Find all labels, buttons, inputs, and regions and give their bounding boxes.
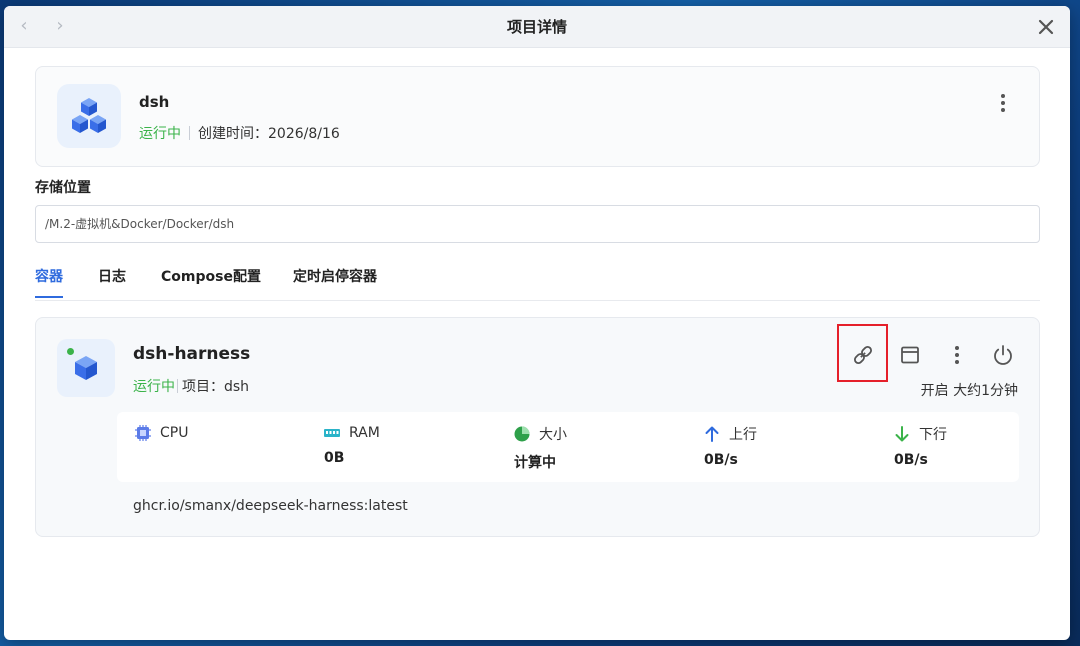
- project-more-icon[interactable]: [993, 91, 1013, 115]
- tab-scheduled-start-stop[interactable]: 定时启停容器: [293, 266, 377, 296]
- project-card: dsh 运行中 创建时间：2026/8/16: [35, 66, 1040, 167]
- stat-upload-value: 0B/s: [704, 452, 738, 468]
- title-bar: ‹ › 项目详情: [4, 6, 1070, 48]
- container-cube-icon: [57, 339, 115, 397]
- stat-ram: RAM 0B: [323, 424, 380, 466]
- project-created-time: 创建时间：2026/8/16: [198, 126, 340, 142]
- watermark-text: 值 什么值得买: [981, 620, 1070, 636]
- link-icon[interactable]: [848, 340, 878, 370]
- divider: [189, 126, 190, 140]
- stat-download-value: 0B/s: [894, 452, 928, 468]
- stat-size: 大小 计算中: [513, 424, 567, 472]
- ram-module-icon: [324, 429, 340, 437]
- uptime-text: 开启 大约1分钟: [920, 383, 1018, 399]
- project-status: 运行中: [139, 126, 181, 142]
- container-name: dsh-harness: [133, 344, 251, 364]
- close-icon[interactable]: [1034, 15, 1058, 39]
- window-title: 项目详情: [506, 18, 567, 36]
- tab-logs[interactable]: 日志: [98, 266, 126, 296]
- cpu-chip-icon: [135, 425, 151, 441]
- power-icon[interactable]: [988, 340, 1018, 370]
- tab-bar: 容器 日志 Compose配置 定时启停容器: [35, 260, 1040, 301]
- stat-ram-value: 0B: [324, 450, 345, 466]
- running-indicator-dot: [67, 348, 74, 355]
- project-details-window: ‹ › 项目详情 dsh 运行中 创建时间：2026/8/16 存储位置 /M.…: [4, 6, 1070, 640]
- project-meta: 运行中 创建时间：2026/8/16: [139, 123, 340, 143]
- arrow-down-icon: [895, 426, 909, 442]
- pie-chart-icon: [514, 426, 530, 442]
- smzdm-logo-icon: [953, 616, 976, 638]
- stat-size-value: 计算中: [514, 455, 556, 471]
- stat-ram-label: RAM: [349, 425, 380, 441]
- container-project: 项目：dsh: [182, 379, 250, 395]
- storage-path-field[interactable]: /M.2-虚拟机&Docker/Docker/dsh: [35, 205, 1040, 243]
- stat-download: 下行 0B/s: [893, 424, 947, 468]
- stat-upload-label: 上行: [729, 427, 757, 443]
- window-icon[interactable]: [895, 340, 925, 370]
- project-name: dsh: [139, 93, 170, 111]
- stat-upload: 上行 0B/s: [703, 424, 757, 468]
- container-image: ghcr.io/smanx/deepseek-harness:latest: [133, 498, 408, 514]
- tab-compose-config[interactable]: Compose配置: [161, 266, 261, 296]
- arrow-up-icon: [705, 426, 719, 442]
- container-meta: 运行中 项目：dsh: [133, 376, 249, 396]
- watermark: 值 什么值得买: [953, 616, 1070, 638]
- stat-cpu: CPU: [134, 424, 188, 450]
- stat-download-label: 下行: [919, 427, 947, 443]
- more-vertical-icon[interactable]: [942, 340, 972, 370]
- container-card: dsh-harness 运行中 项目：dsh 开启 大约1分钟 CPU RAM …: [35, 317, 1040, 537]
- tab-containers[interactable]: 容器: [35, 266, 63, 298]
- storage-location-label: 存储位置: [35, 180, 91, 196]
- project-cubes-icon: [57, 84, 121, 148]
- stat-cpu-label: CPU: [160, 425, 189, 441]
- container-status: 运行中: [133, 379, 175, 395]
- container-stats: CPU RAM 0B 大小 计算中 上行 0B/s 下行 0B/s: [117, 412, 1019, 482]
- divider: [177, 379, 178, 393]
- stat-size-label: 大小: [539, 427, 567, 443]
